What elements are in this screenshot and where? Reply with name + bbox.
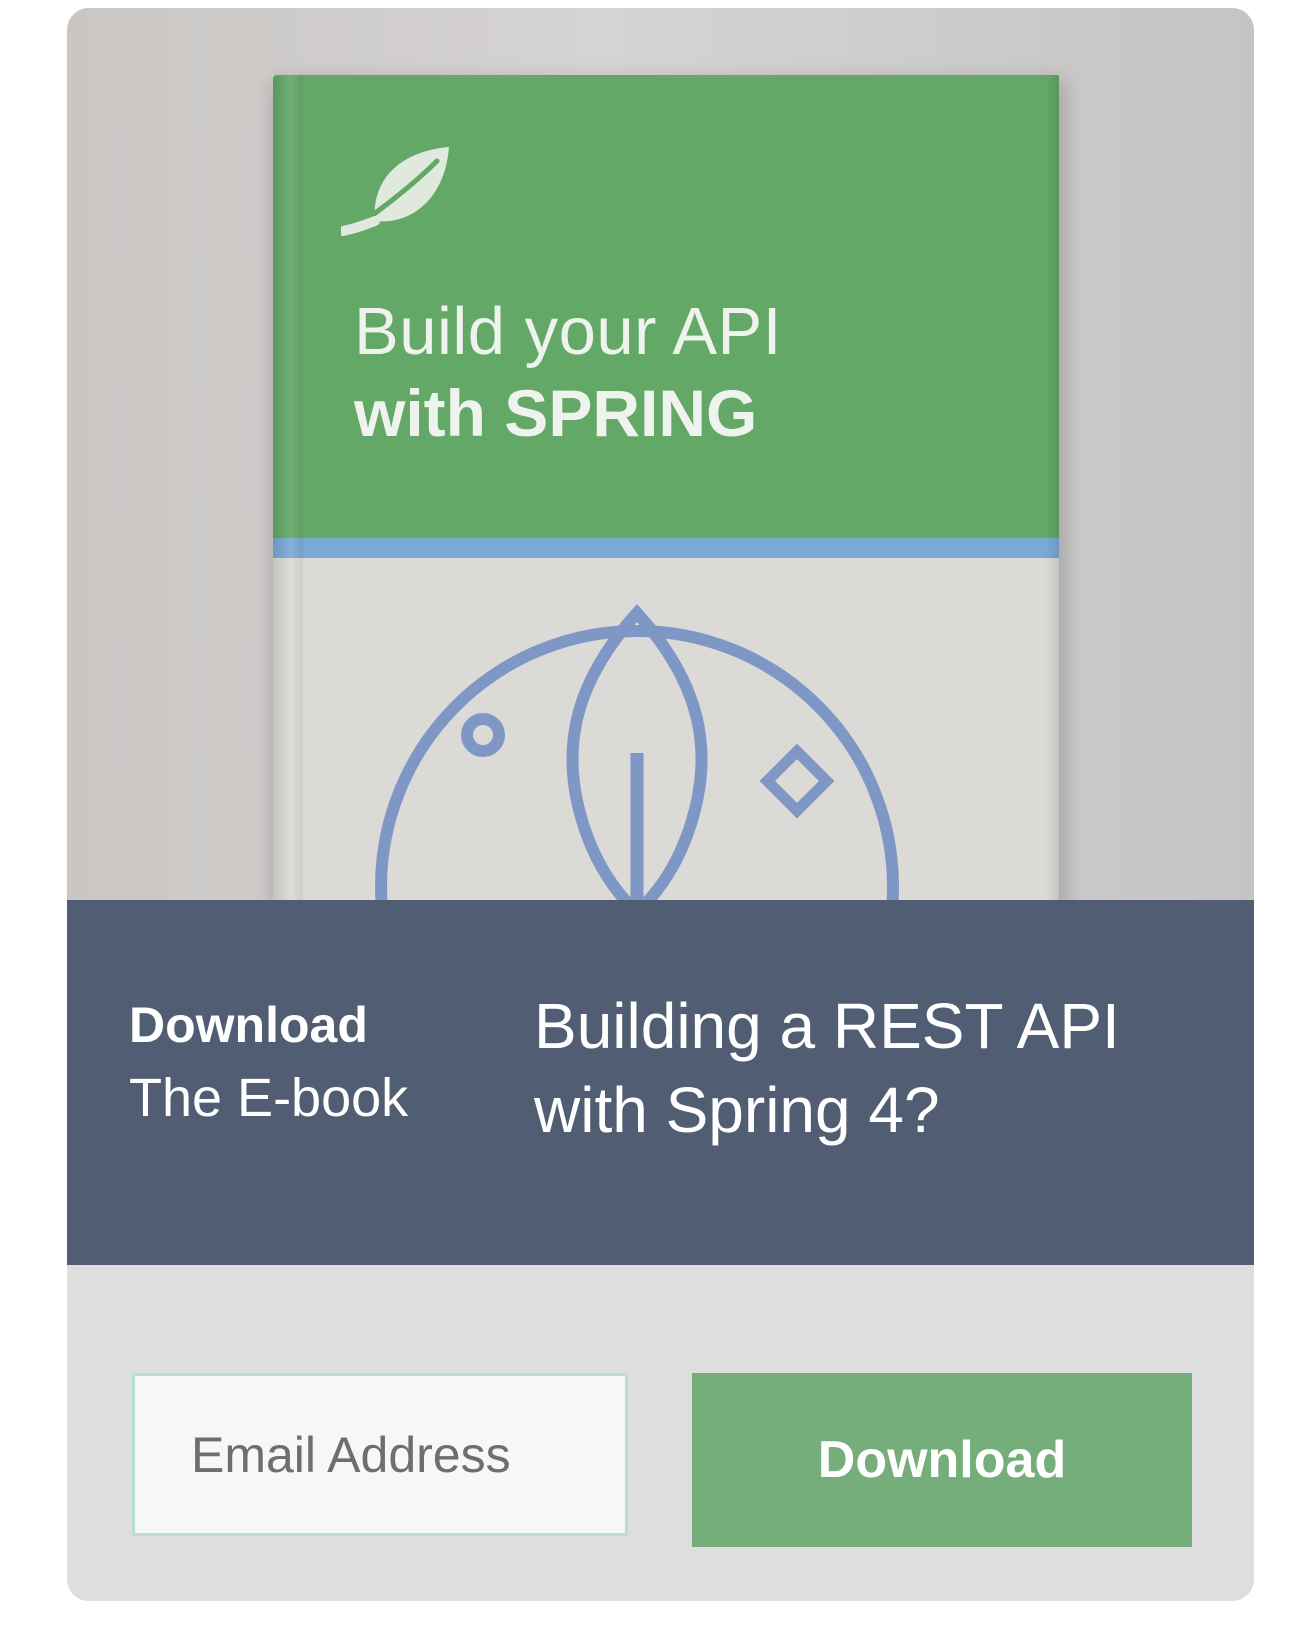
download-label: Download — [129, 997, 368, 1053]
email-address-input[interactable] — [132, 1373, 628, 1536]
book-edge — [1045, 75, 1059, 938]
book-hero-image: Build your API with SPRING — [67, 8, 1254, 938]
promo-info-band: Download The E-book Building a REST API … — [67, 900, 1254, 1265]
plant-emblem-icon — [375, 604, 899, 938]
ebook-promo-card: Build your API with SPRING Download The … — [67, 8, 1254, 1601]
cover-title-line-1: Build your API — [354, 294, 782, 369]
download-form: Download — [67, 1265, 1254, 1601]
book-cover-stripe — [273, 538, 1059, 558]
ebook-label: The E-book — [129, 1068, 409, 1128]
promo-headline: Building a REST API with Spring 4? — [534, 990, 1120, 1146]
book-cover: Build your API with SPRING — [273, 75, 1059, 938]
download-button[interactable]: Download — [692, 1373, 1192, 1547]
cover-title-line-2: with SPRING — [354, 376, 758, 450]
leaf-icon — [341, 147, 449, 236]
book-spine — [273, 75, 303, 938]
